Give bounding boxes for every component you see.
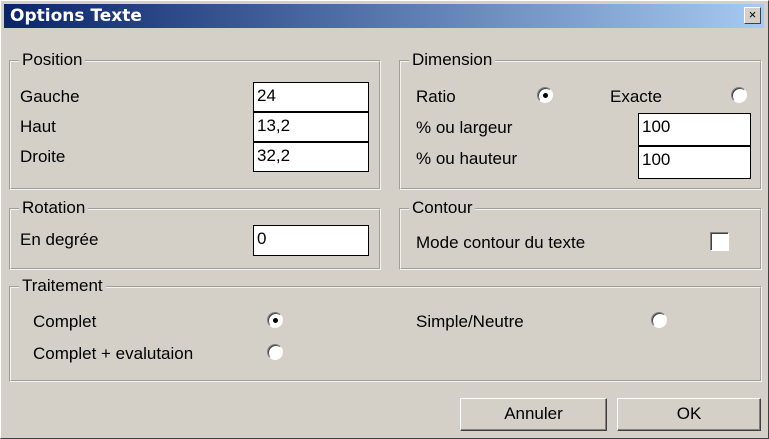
cancel-button[interactable]: Annuler bbox=[460, 398, 607, 431]
hauteur-label: % ou hauteur bbox=[416, 149, 518, 168]
exacte-radio[interactable] bbox=[731, 87, 747, 103]
contour-legend: Contour bbox=[409, 198, 476, 218]
complet-label: Complet bbox=[33, 312, 97, 331]
droite-label: Droite bbox=[20, 147, 66, 166]
options-texte-dialog: Options Texte × Position Gauche 24 Haut … bbox=[0, 0, 769, 439]
degree-label: En degrée bbox=[20, 230, 99, 249]
dimension-legend: Dimension bbox=[409, 50, 496, 70]
complet-evaluation-label: Complet + evalutaion bbox=[33, 344, 194, 363]
title-bar[interactable]: Options Texte × bbox=[4, 4, 764, 28]
contour-mode-checkbox[interactable] bbox=[710, 232, 729, 251]
gauche-label: Gauche bbox=[20, 87, 80, 106]
dialog-title: Options Texte bbox=[10, 6, 142, 26]
position-legend: Position bbox=[19, 50, 86, 70]
largeur-label: % ou largeur bbox=[416, 118, 513, 137]
gauche-field[interactable]: 24 bbox=[253, 82, 369, 112]
hauteur-field[interactable]: 100 bbox=[638, 146, 751, 179]
contour-mode-label: Mode contour du texte bbox=[416, 233, 586, 252]
traitement-group: Traitement bbox=[9, 276, 762, 382]
ratio-label: Ratio bbox=[416, 87, 456, 106]
droite-field[interactable]: 32,2 bbox=[253, 142, 369, 172]
degree-field[interactable]: 0 bbox=[253, 225, 369, 256]
rotation-legend: Rotation bbox=[19, 198, 89, 218]
ratio-radio[interactable] bbox=[537, 87, 553, 103]
ok-button[interactable]: OK bbox=[617, 398, 761, 431]
traitement-legend: Traitement bbox=[19, 276, 106, 296]
complet-evaluation-radio[interactable] bbox=[267, 344, 283, 360]
simple-neutre-radio[interactable] bbox=[651, 312, 667, 328]
haut-label: Haut bbox=[20, 117, 56, 136]
simple-neutre-label: Simple/Neutre bbox=[416, 312, 524, 331]
exacte-label: Exacte bbox=[610, 87, 662, 106]
largeur-field[interactable]: 100 bbox=[638, 113, 751, 146]
close-icon[interactable]: × bbox=[744, 7, 761, 24]
haut-field[interactable]: 13,2 bbox=[253, 112, 369, 142]
complet-radio[interactable] bbox=[267, 312, 283, 328]
